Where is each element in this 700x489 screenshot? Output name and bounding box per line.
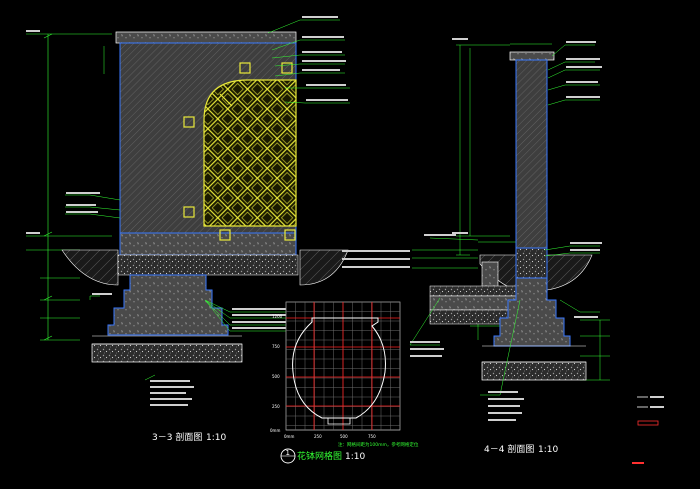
wall-cap bbox=[115, 31, 297, 44]
detail-number: 1 bbox=[286, 449, 290, 457]
section-3-3-title: 3－3 剖面图 bbox=[152, 431, 202, 443]
pot-y-tick: 250 bbox=[272, 404, 280, 409]
paving-layer-1 bbox=[429, 285, 517, 297]
pot-detail-title: 花钵网格图 bbox=[297, 450, 342, 462]
wall-base-4 bbox=[515, 247, 548, 279]
pot-y-tick: 0mm bbox=[270, 428, 280, 433]
pot-x-tick: 0mm bbox=[284, 434, 294, 439]
red-stamp bbox=[637, 420, 659, 426]
pot-x-tick: 750 bbox=[368, 434, 376, 439]
pot-y-tick: 500 bbox=[272, 374, 280, 379]
pot-grid-note: 注：网格间距为100mm，参考网格定位 bbox=[338, 441, 419, 448]
foundation-slab bbox=[91, 343, 243, 363]
gravel-bed bbox=[117, 254, 299, 276]
legend-text bbox=[650, 396, 664, 398]
pot-y-tick: 750 bbox=[272, 344, 280, 349]
pot-x-tick: 250 bbox=[314, 434, 322, 439]
soil-left bbox=[61, 249, 119, 286]
wall-base bbox=[119, 232, 297, 256]
wall-cap-4 bbox=[509, 51, 555, 61]
soil-right-4 bbox=[546, 254, 593, 291]
pot-grid-detail: 1200 750 500 250 0mm 0mm 250 500 750 注：网… bbox=[270, 301, 419, 464]
legend-text bbox=[650, 406, 664, 408]
soil-right bbox=[299, 249, 349, 286]
foundation-slab-4 bbox=[481, 361, 587, 381]
wall-column-4 bbox=[515, 59, 548, 249]
pot-y-tick: 1200 bbox=[272, 314, 283, 319]
legend bbox=[632, 396, 664, 464]
pot-x-tick: 500 bbox=[340, 434, 348, 439]
red-note bbox=[632, 462, 644, 464]
cad-drawing-sheet: 3－3 剖面图 1:10 1200 750 500 250 0mm 0mm 25… bbox=[26, 16, 664, 464]
section-4-4-title: 4－4 剖面图 bbox=[484, 443, 534, 455]
paving-layer-2 bbox=[429, 295, 517, 311]
section-4-4-scale: 1:10 bbox=[538, 445, 558, 455]
lattice-panel bbox=[204, 80, 296, 226]
pot-detail-scale: 1:10 bbox=[345, 452, 365, 462]
section-3-3-scale: 1:10 bbox=[206, 433, 226, 443]
